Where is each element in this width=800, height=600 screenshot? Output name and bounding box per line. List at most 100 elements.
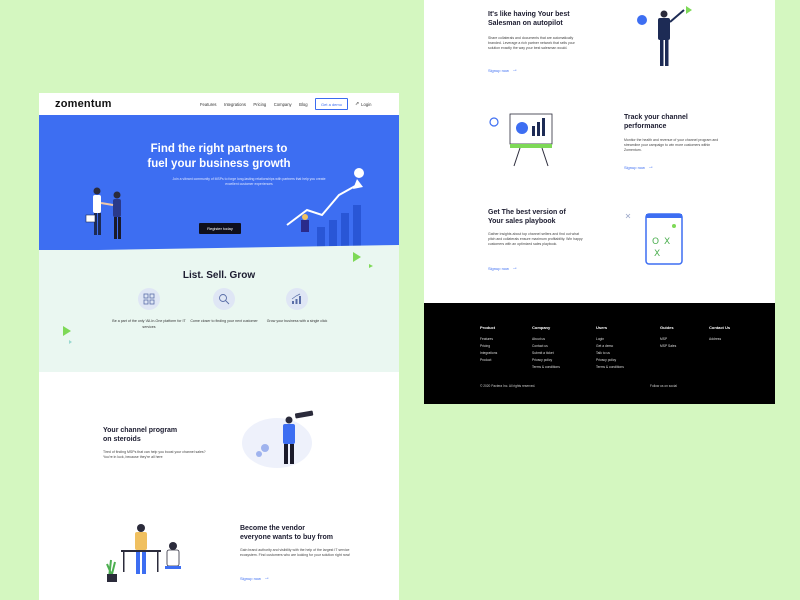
- footer-link[interactable]: About us: [532, 336, 560, 343]
- feature-all-in-one: Be a part of the only 'All-In-One platfo…: [109, 288, 189, 330]
- grid-icon: [138, 288, 160, 310]
- footer-head-company: Company: [532, 325, 551, 330]
- footer-link[interactable]: Talk to us: [596, 350, 624, 357]
- arrow-right-icon: →: [647, 164, 654, 170]
- footer-address: Address: [709, 337, 722, 341]
- salesman-illustration: [637, 6, 692, 66]
- login-link[interactable]: ⇗ Login: [355, 101, 371, 107]
- feature-grow-business-text: Grow your business with a single click: [266, 319, 328, 323]
- svg-text:X: X: [664, 237, 670, 247]
- hero-title-line1: Find the right partners to: [150, 143, 288, 155]
- channel-program-title-line1: Your channel program: [103, 427, 178, 434]
- salesman-title-line2: Salesman on autopilot: [488, 20, 563, 27]
- arrow-right-icon: →: [511, 67, 518, 73]
- footer-link[interactable]: Contact us: [532, 343, 560, 350]
- vendor-title-line1: Become the vendor: [240, 525, 305, 532]
- salesman-title-line1: It's like having Your best: [488, 11, 570, 18]
- nav-link-blog[interactable]: Blog: [299, 102, 307, 107]
- nav-link-company[interactable]: Company: [274, 102, 292, 107]
- footer-link[interactable]: Privacy policy: [596, 357, 624, 364]
- nav-links: Features Integrations Pricing Company Bl…: [200, 93, 371, 115]
- login-label: Login: [361, 101, 372, 107]
- footer-link[interactable]: Privacy policy: [532, 357, 560, 364]
- footer-link[interactable]: Integrations: [480, 350, 497, 357]
- footer-link[interactable]: Terms & conditions: [596, 364, 624, 371]
- playbook-signup-label: Signup now: [488, 265, 509, 271]
- track-signup-link[interactable]: Signup now →: [624, 164, 654, 170]
- vendor-title: Become the vendor everyone wants to buy …: [240, 524, 333, 542]
- arrow-right-icon: →: [263, 575, 270, 581]
- follow-social-text[interactable]: Follow us on social: [650, 384, 677, 388]
- footer-link[interactable]: MSP: [660, 336, 676, 343]
- track-signup-label: Signup now: [624, 164, 645, 170]
- landing-page-left: zomentum Features Integrations Pricing C…: [39, 93, 399, 600]
- get-demo-button[interactable]: Get a demo: [315, 98, 348, 110]
- arrow-right-icon: →: [511, 265, 518, 271]
- decor-triangles-top: [353, 252, 373, 268]
- vendor-body: Gain brand authority and visibility with…: [240, 548, 351, 558]
- vendor-title-line2: everyone wants to buy from: [240, 534, 333, 541]
- nav-link-pricing[interactable]: Pricing: [253, 102, 266, 107]
- feature-all-in-one-text: Be a part of the only 'All-In-One platfo…: [112, 319, 186, 329]
- playbook-illustration: O X X: [625, 213, 683, 265]
- footer-link[interactable]: Features: [480, 336, 497, 343]
- vendor-signup-label: Signup now: [240, 575, 261, 581]
- footer-head-contact: Contact Us: [709, 325, 731, 330]
- track-title-line1: Track your channel: [624, 114, 688, 121]
- footer-head-users: Users: [596, 325, 608, 330]
- salesman-body: Share collaterals and documents that are…: [488, 36, 575, 51]
- list-sell-grow-title: List. Sell. Grow: [182, 270, 256, 281]
- footer-link[interactable]: Terms & conditions: [532, 364, 560, 371]
- magnifier-icon: [213, 288, 235, 310]
- growth-chart-icon: [286, 288, 308, 310]
- vendor-signup-link[interactable]: Signup now →: [240, 575, 270, 581]
- hero-section: Find the right partners to fuel your bus…: [39, 115, 399, 251]
- footer-col-product: Product Features Pricing Integrations Pr…: [480, 325, 497, 364]
- feature-grow-business: Grow your business with a single click: [257, 288, 337, 325]
- salesman-signup-link[interactable]: Signup now →: [488, 67, 518, 73]
- footer: Product Features Pricing Integrations Pr…: [424, 303, 775, 404]
- footer-link[interactable]: Pricing: [480, 343, 497, 350]
- nav-link-features[interactable]: Features: [200, 102, 217, 107]
- svg-text:X: X: [654, 249, 660, 259]
- footer-col-contact: Contact Us Address: [709, 325, 730, 343]
- office-illustration: [106, 524, 181, 582]
- footer-head-product: Product: [480, 325, 496, 330]
- track-body: Monitor the health and revenue of your c…: [624, 138, 719, 153]
- playbook-title-line2: Your sales playbook: [488, 218, 556, 225]
- salesman-signup-label: Signup now: [488, 67, 509, 73]
- track-title-line2: performance: [624, 123, 667, 130]
- footer-col-guides: Guides MSP MSP Sales: [660, 325, 676, 350]
- login-icon: ⇗: [354, 101, 360, 107]
- feature-find-customer: Come closer to finding your next custome…: [184, 288, 264, 325]
- top-nav: zomentum Features Integrations Pricing C…: [39, 93, 399, 115]
- playbook-title: Get The best version of Your sales playb…: [488, 208, 566, 226]
- footer-link[interactable]: Submit a ticket: [532, 350, 560, 357]
- landing-page-right: It's like having Your best Salesman on a…: [424, 0, 775, 404]
- svg-text:O: O: [652, 237, 659, 247]
- salesman-title: It's like having Your best Salesman on a…: [488, 10, 570, 28]
- copyright-text: © 2020 Pactera Inc. All rights reserved.: [480, 384, 536, 388]
- track-title: Track your channel performance: [624, 113, 688, 131]
- footer-link[interactable]: Product: [480, 357, 497, 364]
- playbook-title-line1: Get The best version of: [488, 209, 566, 216]
- nav-link-integrations[interactable]: Integrations: [224, 102, 246, 107]
- telescope-illustration: [242, 410, 314, 468]
- footer-col-company: Company About us Contact us Submit a tic…: [532, 325, 560, 371]
- playbook-body: Gather insights about top channel seller…: [488, 232, 583, 247]
- footer-col-users: Users Login Get a demo Talk to us Privac…: [596, 325, 624, 371]
- playbook-signup-link[interactable]: Signup now →: [488, 265, 518, 271]
- logo[interactable]: zomentum: [55, 98, 112, 110]
- channel-program-body: Tired of finding MSPs that can help you …: [103, 450, 206, 460]
- growth-illustration: [286, 168, 364, 247]
- footer-link[interactable]: Login: [596, 336, 624, 343]
- handshake-illustration: [85, 187, 121, 239]
- channel-program-title-line2: on steroids: [103, 436, 141, 443]
- decor-triangles-left: [63, 326, 72, 344]
- list-sell-grow-section: List. Sell. Grow Be a part of the only '…: [39, 250, 399, 372]
- footer-link[interactable]: Get a demo: [596, 343, 624, 350]
- footer-link[interactable]: MSP Sales: [660, 343, 676, 350]
- register-button[interactable]: Register today: [199, 223, 241, 234]
- footer-head-guides: Guides: [660, 325, 674, 330]
- feature-find-customer-text: Come closer to finding your next custome…: [190, 319, 258, 323]
